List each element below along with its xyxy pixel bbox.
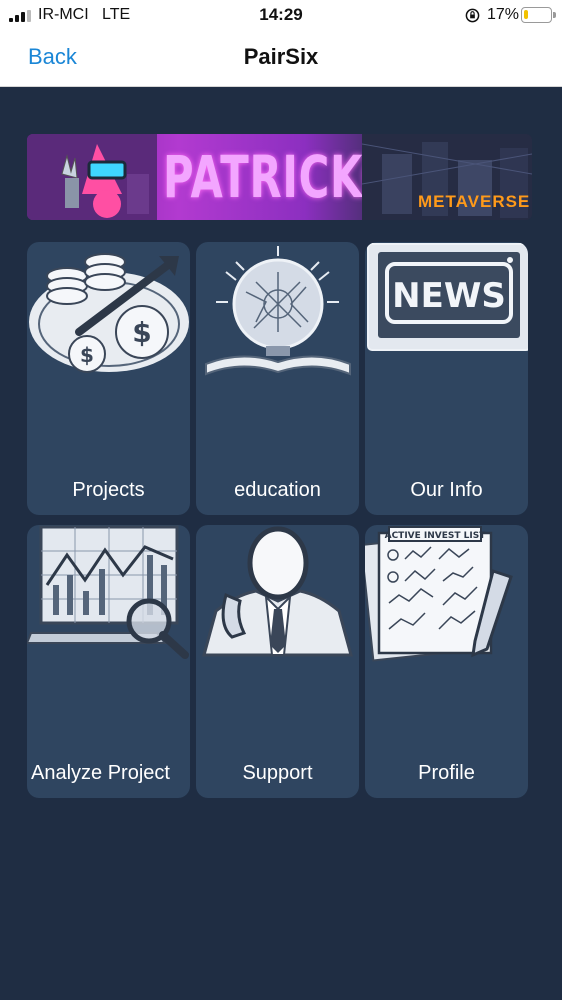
coins-growth-icon: $ $ xyxy=(29,253,189,373)
analyze-project-tile[interactable]: Analyze Project xyxy=(27,525,190,798)
promo-banner[interactable]: PATRICKO METAVERSE xyxy=(27,134,532,220)
support-label: Support xyxy=(242,762,313,784)
education-label: education xyxy=(234,479,321,501)
invest-list-icon: ACTIVE INVEST LIST xyxy=(365,526,513,662)
chart-magnifier-icon xyxy=(27,525,189,659)
robot-mascot-image xyxy=(27,134,157,220)
svg-text:NEWS: NEWS xyxy=(392,276,506,316)
battery-percent: 17% xyxy=(487,6,520,23)
analyze-project-label: Analyze Project xyxy=(31,762,170,784)
lightbulb-book-icon xyxy=(205,246,351,376)
support-agent-icon xyxy=(202,526,353,657)
support-tile[interactable]: Support xyxy=(196,525,359,798)
profile-tile[interactable]: ACTIVE INVEST LIST Profile xyxy=(365,525,528,798)
nav-bar: Back PairSix xyxy=(0,30,562,87)
profile-label: Profile xyxy=(418,762,475,784)
our-info-label: Our Info xyxy=(410,479,483,501)
education-tile[interactable]: education xyxy=(196,242,359,515)
news-sign-icon: NEWS xyxy=(367,243,528,351)
status-bar: IR-MCI LTE 14:29 17% xyxy=(0,0,562,30)
orientation-lock-icon xyxy=(465,8,480,23)
projects-tile[interactable]: $ $ Projects xyxy=(27,242,190,515)
page-title: PairSix xyxy=(243,44,319,69)
svg-text:$: $ xyxy=(80,343,94,367)
projects-label: Projects xyxy=(72,479,145,501)
svg-text:$: $ xyxy=(132,316,151,349)
battery-icon xyxy=(521,7,556,23)
svg-text:ACTIVE INVEST LIST: ACTIVE INVEST LIST xyxy=(385,531,487,541)
our-info-tile[interactable]: NEWS Our Info xyxy=(365,242,528,515)
banner-subtitle: METAVERSE xyxy=(418,192,531,211)
